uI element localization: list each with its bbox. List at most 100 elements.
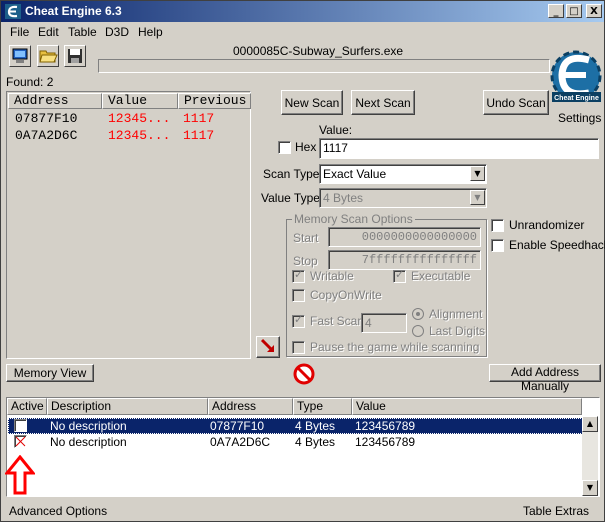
no-entry-icon [293,363,315,385]
new-scan-button[interactable]: New Scan [281,90,343,115]
chevron-down-icon[interactable]: ▼ [470,190,485,205]
menu-help[interactable]: Help [138,25,163,39]
start-label: Start [293,231,319,245]
table-header-value[interactable]: Value [352,398,582,415]
executable-label: Executable [411,269,471,283]
table-scrollbar[interactable]: ▲ ▼ [582,416,598,496]
fast-scan-label: Fast Scan [310,314,365,328]
scan-type-select[interactable]: Exact Value ▼ [319,164,487,184]
window-title: Cheat Engine 6.3 [25,4,122,18]
cheat-engine-logo[interactable]: Cheat Engine [549,43,604,111]
scroll-down-icon[interactable]: ▼ [582,480,598,496]
chevron-down-icon[interactable]: ▼ [470,166,485,181]
writable-checkbox[interactable] [292,268,305,283]
scroll-up-icon[interactable]: ▲ [582,416,598,432]
arrow-down-right-icon [260,338,274,352]
active-checkbox[interactable] [14,419,27,432]
table-header-description[interactable]: Description [47,398,208,415]
unrandomizer-label: Unrandomizer [509,218,585,232]
folder-open-icon [39,50,58,63]
results-header: Address Value Previous [8,93,251,109]
fast-scan-input[interactable]: 4 [361,313,407,333]
open-process-button[interactable] [9,45,31,67]
row-type: 4 Bytes [295,435,336,449]
value-type-label: Value Type [261,191,320,205]
results-header-previous[interactable]: Previous [178,93,251,109]
main-window: Cheat Engine 6.3 _ □ X File Edit Table D… [0,0,605,522]
table-header-address[interactable]: Address [208,398,293,415]
found-count: Found: 2 [6,75,54,89]
memory-scan-options-title: Memory Scan Options [292,212,415,226]
fast-scan-checkbox[interactable] [292,313,305,328]
process-title: 0000085C-Subway_Surfers.exe [233,44,404,58]
alignment-label: Alignment [429,307,483,321]
copy-on-write-checkbox[interactable] [292,289,305,302]
cheat-engine-logo-icon: Cheat Engine [550,50,602,102]
save-table-button[interactable] [64,45,86,67]
executable-checkbox[interactable] [393,268,406,283]
table-header-type[interactable]: Type [293,398,352,415]
computer-icon [12,48,28,63]
close-button[interactable]: X [586,4,602,18]
open-table-button[interactable] [37,45,59,67]
menu-edit[interactable]: Edit [38,25,59,39]
unrandomizer-checkbox[interactable] [491,219,504,232]
row-address: 07877F10 [210,419,265,433]
value-input[interactable]: 1117 [319,138,599,159]
stop-label: Stop [293,254,318,268]
results-header-address[interactable]: Address [8,93,102,109]
maximize-button[interactable]: □ [566,4,582,18]
title-bar[interactable]: Cheat Engine 6.3 _ □ X [1,1,604,22]
result-previous: 1117 [183,128,215,143]
last-digits-radio[interactable] [412,325,424,337]
red-cross-icon [15,436,26,447]
scan-progress-bar [98,59,550,73]
results-header-value[interactable]: Value [102,93,178,109]
result-value: 12345... [108,111,171,126]
pause-game-label: Pause the game while scanning [310,340,480,354]
speedhack-checkbox[interactable] [491,239,504,252]
table-row[interactable]: No description 0A7A2D6C 4 Bytes 12345678… [8,434,583,450]
active-checkbox[interactable] [14,435,27,448]
table-row[interactable]: No description 07877F10 4 Bytes 12345678… [8,418,583,434]
row-value: 123456789 [355,435,416,449]
result-value: 12345... [108,128,171,143]
cheat-engine-icon [5,4,21,19]
settings-link[interactable]: Settings [558,111,601,125]
add-to-list-button[interactable] [256,336,280,358]
undo-scan-button[interactable]: Undo Scan [483,90,549,115]
table-extras-link[interactable]: Table Extras [523,504,589,518]
address-table[interactable]: Active Description Address Type Value No… [6,397,600,497]
row-value: 123456789 [355,419,416,433]
row-address: 0A7A2D6C [210,435,271,449]
result-address: 0A7A2D6C [15,128,78,143]
hex-label: Hex [295,140,317,154]
menu-d3d[interactable]: D3D [105,25,129,39]
speedhack-label: Enable Speedhack [509,238,605,252]
menu-table[interactable]: Table [68,25,97,39]
scan-type-value: Exact Value [323,167,387,181]
pause-game-checkbox[interactable] [292,341,305,354]
advanced-options-link[interactable]: Advanced Options [9,504,107,518]
memory-view-button[interactable]: Memory View [6,364,94,382]
add-address-manually-button[interactable]: Add Address Manually [489,364,601,393]
start-address-input[interactable]: 0000000000000000 [328,227,481,247]
value-type-select[interactable]: 4 Bytes ▼ [319,188,487,208]
row-type: 4 Bytes [295,419,336,433]
result-address: 07877F10 [15,111,78,126]
stop-address-input[interactable]: 7fffffffffffffff [328,250,481,270]
table-header-active[interactable]: Active [7,398,47,415]
value-type-value: 4 Bytes [323,191,364,205]
minimize-button[interactable]: _ [548,4,564,18]
scan-results-list[interactable]: Address Value Previous 07877F10 12345...… [6,91,251,359]
hex-checkbox[interactable] [278,141,291,154]
alignment-radio[interactable] [412,308,424,320]
copy-on-write-label: CopyOnWrite [310,288,382,302]
menu-file[interactable]: File [10,25,29,39]
next-scan-button[interactable]: Next Scan [351,90,415,115]
result-previous: 1117 [183,111,215,126]
last-digits-label: Last Digits [429,324,486,338]
annotation-arrow-up-icon [5,455,35,495]
clear-list-button[interactable] [293,363,315,385]
writable-label: Writable [310,269,354,283]
